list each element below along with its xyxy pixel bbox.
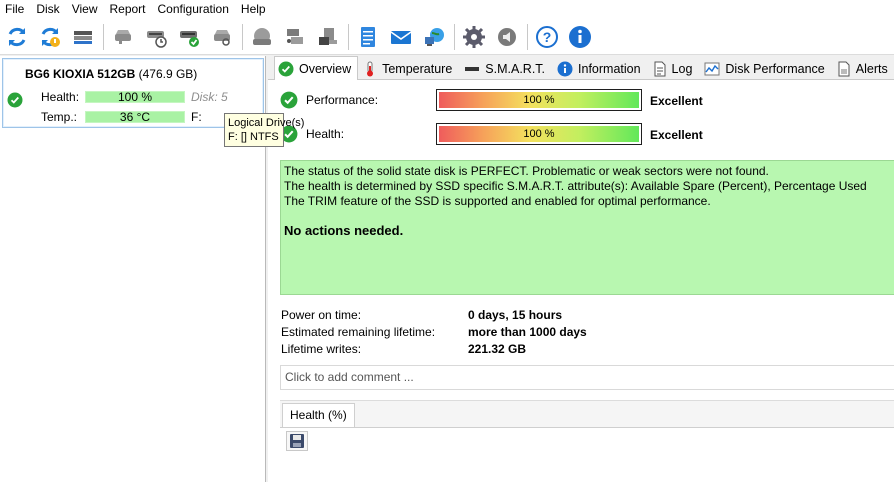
logical-drive-tooltip: Logical Drive(s) F: [] NTFS — [224, 113, 305, 147]
thermometer-icon — [363, 61, 377, 77]
menu-disk[interactable]: Disk — [30, 0, 65, 19]
info-icon — [557, 61, 573, 77]
toolbar-separator — [242, 23, 243, 50]
lifetime-label: Estimated remaining lifetime: — [281, 325, 436, 339]
tab-temperature[interactable]: Temperature — [359, 58, 459, 79]
tooltip-title: Logical Drive(s) — [228, 117, 305, 129]
alert-icon — [837, 61, 851, 77]
toolbar: ? — [0, 19, 894, 55]
temp-value: 36 °C — [119, 110, 151, 124]
check-icon — [280, 91, 298, 109]
status-line: The status of the solid state disk is PE… — [284, 164, 769, 178]
menu-configuration[interactable]: Configuration — [152, 0, 235, 19]
health-rating: Excellent — [650, 128, 703, 142]
check-icon — [7, 92, 23, 111]
refresh-icon[interactable] — [3, 22, 31, 52]
power-on-value: 0 days, 15 hours — [468, 308, 563, 322]
lifetime-value: more than 1000 days — [468, 325, 587, 339]
performance-rating: Excellent — [650, 94, 703, 108]
power-on-label: Power on time: — [281, 308, 362, 322]
tab-label: Temperature — [382, 62, 453, 76]
disk-icon — [464, 61, 480, 77]
drive-title: BG6 KIOXIA 512GB (476.9 GB) — [25, 67, 197, 81]
tab-alerts[interactable]: Alerts — [833, 58, 894, 79]
hdd-schedule-icon[interactable] — [142, 22, 170, 52]
health-label: Health: — [306, 127, 345, 141]
toolbar-separator — [103, 23, 104, 50]
tab-label: Alerts — [855, 62, 888, 76]
help-icon[interactable]: ? — [533, 22, 561, 52]
drive-size: (476.9 GB) — [138, 67, 198, 81]
hard-disk-sentinel-window: File Disk View Report Configuration Help — [0, 0, 894, 482]
tab-information[interactable]: Information — [553, 58, 648, 79]
temp-label: Temp.: — [41, 110, 78, 124]
hdd-search-icon[interactable] — [208, 22, 236, 52]
health-value: 100 % — [117, 90, 153, 104]
tab-bar: Overview Temperature S.M.A.R.T. Informat… — [268, 56, 894, 80]
hdd-check-icon[interactable] — [175, 22, 203, 52]
drive-name: BG6 KIOXIA 512GB — [25, 67, 136, 81]
toolbar-separator — [527, 23, 528, 50]
health-value: 100 % — [523, 128, 555, 140]
drive-letter: F: — [191, 110, 202, 124]
health-bar: 100 % — [85, 91, 185, 103]
disk-info-icon[interactable] — [314, 22, 342, 52]
writes-value: 221.32 GB — [468, 342, 527, 356]
tab-log[interactable]: Log — [649, 58, 700, 79]
tab-disk-performance[interactable]: Disk Performance — [700, 58, 831, 79]
chart-area: Health (%) — [280, 400, 894, 482]
tab-overview[interactable]: Overview — [274, 56, 359, 80]
toolbar-separator — [348, 23, 349, 50]
main-pane: Overview Temperature S.M.A.R.T. Informat… — [268, 56, 894, 482]
performance-row: Performance: — [280, 88, 378, 112]
comment-field[interactable]: Click to add comment ... — [280, 365, 894, 390]
writes-label: Lifetime writes: — [281, 342, 362, 356]
disk-list-icon[interactable] — [69, 22, 97, 52]
tab-label: Information — [578, 62, 641, 76]
tooltip-drive: F: [] NTFS — [228, 131, 279, 143]
disk-number: Disk: 5 — [191, 90, 228, 104]
check-icon — [278, 61, 294, 77]
svg-text:?: ? — [543, 29, 552, 45]
menu-report[interactable]: Report — [103, 0, 151, 19]
performance-value: 100 % — [523, 94, 555, 106]
menu-bar: File Disk View Report Configuration Help — [0, 0, 894, 19]
status-line: The TRIM feature of the SSD is supported… — [284, 194, 711, 208]
chart-panel — [280, 427, 894, 482]
tab-smart[interactable]: S.M.A.R.T. — [460, 58, 552, 79]
info-icon[interactable] — [566, 22, 594, 52]
temp-bar: 36 °C — [85, 111, 185, 123]
disk-transfer-icon[interactable] — [281, 22, 309, 52]
health-label: Health: — [41, 90, 80, 104]
health-meter-fill: 100 % — [439, 126, 639, 142]
health-meter: 100 % — [436, 123, 642, 145]
email-icon[interactable] — [387, 22, 415, 52]
refresh-all-icon[interactable] — [36, 22, 64, 52]
disk-surface-icon[interactable] — [248, 22, 276, 52]
tab-label: Disk Performance — [725, 62, 825, 76]
status-box: The status of the solid state disk is PE… — [280, 160, 894, 295]
document-icon — [653, 61, 667, 77]
hdd-icon[interactable] — [109, 22, 137, 52]
network-icon[interactable] — [420, 22, 448, 52]
tab-label: Log — [671, 62, 693, 76]
status-line: The health is determined by SSD specific… — [284, 179, 867, 193]
performance-meter: 100 % — [436, 89, 642, 111]
save-icon[interactable] — [286, 431, 308, 451]
tab-health-percent[interactable]: Health (%) — [282, 403, 355, 427]
notepad-icon[interactable] — [354, 22, 382, 52]
toolbar-separator — [454, 23, 455, 50]
menu-file[interactable]: File — [0, 0, 30, 19]
tab-label: S.M.A.R.T. — [485, 62, 546, 76]
status-action: No actions needed. — [284, 223, 404, 238]
performance-meter-fill: 100 % — [439, 92, 639, 108]
performance-label: Performance: — [306, 93, 379, 107]
tab-label: Overview — [299, 61, 352, 76]
chart-icon — [704, 61, 720, 77]
menu-help[interactable]: Help — [235, 0, 272, 19]
menu-view[interactable]: View — [66, 0, 104, 19]
sound-icon[interactable] — [493, 22, 521, 52]
gear-icon[interactable] — [460, 22, 488, 52]
